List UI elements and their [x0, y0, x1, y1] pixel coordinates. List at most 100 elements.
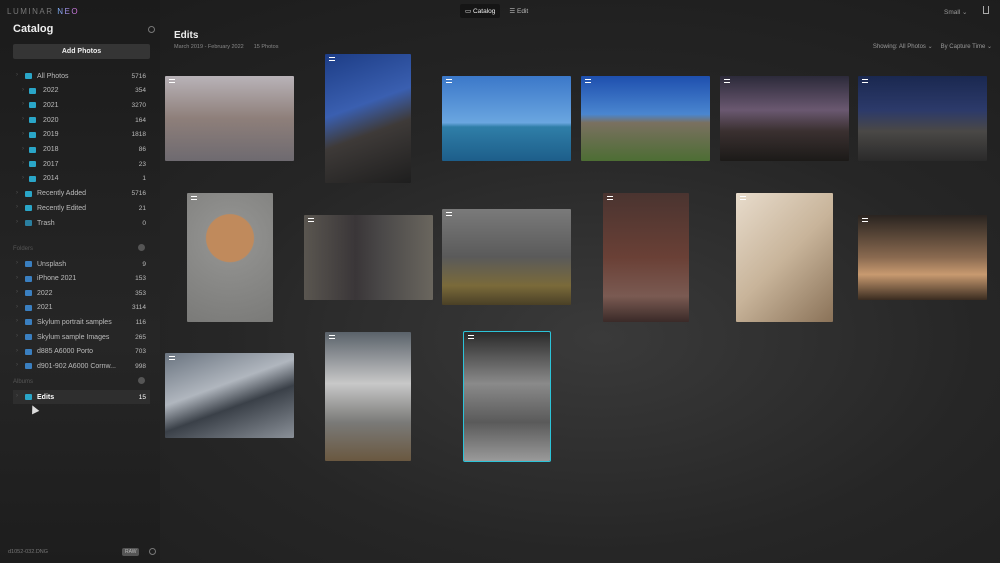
sidebar-item[interactable]: ›2020164 [0, 113, 160, 127]
chevron-right-icon[interactable]: › [16, 219, 18, 225]
sidebar-item[interactable]: › 2019 1818 [0, 128, 160, 142]
sidebar-item[interactable]: ›All Photos5716 [0, 69, 160, 83]
photo-count: 15 Photos [254, 44, 279, 50]
sidebar-item-count: 9 [142, 261, 146, 268]
folder-icon [25, 349, 32, 355]
photo-thumbnail[interactable] [442, 76, 571, 161]
photo-thumbnail[interactable] [464, 332, 550, 461]
add-folder-icon[interactable] [138, 244, 145, 251]
sidebar-item[interactable]: ›Skylum sample Images265 [0, 330, 160, 344]
sidebar-item[interactable]: ›Trash0 [0, 216, 160, 230]
tab-catalog-label: Catalog [473, 8, 495, 15]
chevron-right-icon[interactable]: › [16, 362, 18, 368]
add-album-icon[interactable] [138, 377, 145, 384]
info-icon[interactable] [149, 548, 156, 555]
chevron-right-icon[interactable]: › [16, 304, 18, 310]
photo-thumbnail[interactable] [603, 193, 689, 322]
chevron-right-icon[interactable]: › [16, 190, 18, 196]
sidebar-item-count: 3114 [132, 304, 146, 311]
sidebar-item-count: 1818 [132, 131, 146, 138]
chevron-right-icon[interactable]: › [16, 289, 18, 295]
sidebar-item[interactable]: › 2021 3114 [0, 301, 160, 315]
add-photos-button[interactable]: Add Photos [13, 44, 150, 59]
share-icon[interactable] [983, 6, 989, 14]
sidebar-item-count: 265 [135, 334, 146, 341]
chevron-right-icon[interactable]: › [16, 260, 18, 266]
sidebar-title: Catalog [13, 23, 53, 35]
chevron-right-icon[interactable]: › [16, 204, 18, 210]
tab-edit[interactable]: ☰ Edit [504, 4, 533, 18]
photo-thumbnail[interactable] [325, 54, 411, 183]
sidebar-item[interactable]: ›2022354 [0, 84, 160, 98]
sidebar-item-label: 2019 [43, 131, 59, 138]
edited-badge-icon [468, 335, 474, 339]
sidebar-item-count: 21 [139, 205, 146, 212]
sidebar-item[interactable]: ›20213270 [0, 98, 160, 112]
sidebar-item[interactable]: ›Skylum portrait samples116 [0, 315, 160, 329]
sidebar-item[interactable]: ›d901-902 A6000 Cornw...998 [0, 359, 160, 373]
sidebar-item[interactable]: ›201723 [0, 157, 160, 171]
sidebar-item[interactable]: ›Recently Edited21 [0, 201, 160, 215]
search-icon[interactable] [148, 26, 155, 33]
edited-badge-icon [724, 79, 730, 83]
chevron-right-icon[interactable]: › [22, 131, 24, 137]
chevron-right-icon[interactable]: › [16, 318, 18, 324]
sidebar-item[interactable]: › Edits 15 [13, 390, 150, 404]
sidebar-item-label: 2020 [43, 117, 59, 124]
album-icon [29, 161, 36, 167]
photo-thumbnail[interactable] [442, 209, 571, 305]
sort-dropdown[interactable]: By Capture Time ⌄ [941, 44, 992, 50]
edited-badge-icon [169, 356, 175, 360]
showing-dropdown[interactable]: Showing: All Photos ⌄ [873, 44, 933, 50]
chevron-right-icon[interactable]: › [16, 333, 18, 339]
tab-catalog[interactable]: ▭ Catalog [460, 4, 500, 18]
chevron-right-icon[interactable]: › [16, 72, 18, 78]
photo-thumbnail[interactable] [325, 332, 411, 461]
sidebar-item-label: Trash [37, 220, 55, 227]
photo-thumbnail[interactable] [165, 353, 294, 438]
chevron-right-icon[interactable]: › [22, 175, 24, 181]
sidebar-item-label: 2014 [43, 175, 59, 182]
sidebar-item[interactable]: › Unsplash 9 [0, 257, 160, 271]
chevron-right-icon[interactable]: › [22, 87, 24, 93]
chevron-right-icon[interactable]: › [22, 101, 24, 107]
sidebar-item[interactable]: ›2022353 [0, 286, 160, 300]
sidebar-item-label: Skylum portrait samples [37, 319, 112, 326]
photo-thumbnail[interactable] [858, 76, 987, 161]
mouse-cursor [29, 404, 40, 415]
photo-thumbnail[interactable] [736, 193, 833, 322]
photo-thumbnail[interactable] [187, 193, 273, 322]
photo-thumbnail[interactable] [165, 76, 294, 161]
sidebar-item[interactable]: ›d885 A6000 Porto703 [0, 345, 160, 359]
chevron-right-icon[interactable]: › [16, 348, 18, 354]
edited-badge-icon [607, 196, 613, 200]
photo-thumbnail[interactable] [858, 215, 987, 300]
sidebar-item-count: 5716 [132, 190, 146, 197]
sidebar-item-count: 353 [135, 290, 146, 297]
album-icon [29, 88, 36, 94]
photo-thumbnail[interactable] [720, 76, 849, 161]
edited-badge-icon [329, 335, 335, 339]
chevron-right-icon[interactable]: › [22, 116, 24, 122]
sidebar-item[interactable]: ›Recently Added5716 [0, 187, 160, 201]
photo-thumbnail[interactable] [304, 215, 433, 300]
sidebar-item-label: Edits [37, 394, 54, 401]
edited-badge-icon [446, 212, 452, 216]
photo-thumbnail[interactable] [581, 76, 710, 161]
edited-badge-icon [446, 79, 452, 83]
chevron-right-icon[interactable]: › [16, 275, 18, 281]
sidebar-item-label: Unsplash [37, 261, 66, 268]
sidebar-item-count: 23 [139, 161, 146, 168]
thumbnail-size-dropdown[interactable]: Small ⌄ [944, 8, 968, 16]
sidebar-item-label: 2021 [37, 304, 53, 311]
sidebar-item[interactable]: ›201886 [0, 143, 160, 157]
date-range: March 2019 - February 2022 [174, 44, 244, 50]
sidebar-item-count: 5716 [132, 73, 146, 80]
sidebar-item[interactable]: ›iPhone 2021153 [0, 272, 160, 286]
sidebar-item-count: 15 [139, 394, 146, 401]
chevron-right-icon[interactable]: › [22, 160, 24, 166]
albums-header: Albums [13, 379, 33, 385]
chevron-right-icon[interactable]: › [22, 146, 24, 152]
sidebar-item[interactable]: ›20141 [0, 172, 160, 186]
chevron-right-icon[interactable]: › [16, 393, 18, 399]
